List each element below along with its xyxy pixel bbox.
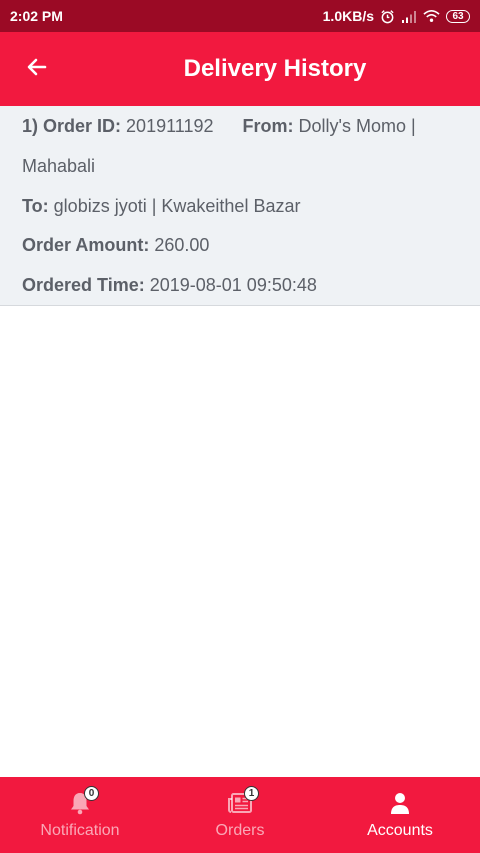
battery-icon: 63 [446,9,470,23]
from-value: Dolly's Momo | [298,116,416,136]
amount-label: Order Amount: [22,235,150,255]
from-label: From: [242,116,294,136]
alarm-icon [380,9,395,24]
status-time: 2:02 PM [10,8,63,24]
network-speed: 1.0KB/s [322,8,374,24]
status-bar: 2:02 PM 1.0KB/s 63 [0,0,480,32]
page-title: Delivery History [183,55,367,82]
ordered-time-value: 2019-08-01 09:50:48 [149,275,317,295]
to-value: globizs jyoti | Kwakeithel Bazar [53,196,301,216]
history-card[interactable]: 1) Order ID: 201911192 From: Dolly's Mom… [0,106,480,306]
signal-icon [401,10,417,23]
nav-notification[interactable]: 0 Notification [0,777,160,853]
person-icon [389,791,411,820]
amount-value: 260.00 [154,235,210,255]
nav-notification-label: Notification [40,822,120,839]
from-value-cont: Mahabali [22,156,96,176]
to-label: To: [22,196,49,216]
order-id-label: 1) Order ID: [22,116,122,136]
app-bar: Delivery History [0,32,480,106]
ordered-time-label: Ordered Time: [22,275,145,295]
nav-orders[interactable]: 1 Orders [160,777,320,853]
to-line: To: globizs jyoti | Kwakeithel Bazar [22,196,300,217]
notification-badge: 0 [84,786,99,801]
bottom-nav: 0 Notification 1 Orders Accounts [0,777,480,853]
from-line-cont: Mahabali [22,156,95,177]
status-indicators: 1.0KB/s 63 [323,8,470,24]
orders-badge: 1 [244,786,259,801]
ordered-time-line: Ordered Time: 2019-08-01 09:50:48 [22,275,317,296]
nav-orders-label: Orders [215,822,265,839]
wifi-icon [423,9,440,23]
amount-line: Order Amount: 260.00 [22,235,209,256]
nav-accounts-label: Accounts [367,822,433,839]
nav-accounts[interactable]: Accounts [320,777,480,853]
order-id-value: 201911192 [126,116,214,136]
order-id-line: 1) Order ID: 201911192 From: Dolly's Mom… [22,116,416,137]
